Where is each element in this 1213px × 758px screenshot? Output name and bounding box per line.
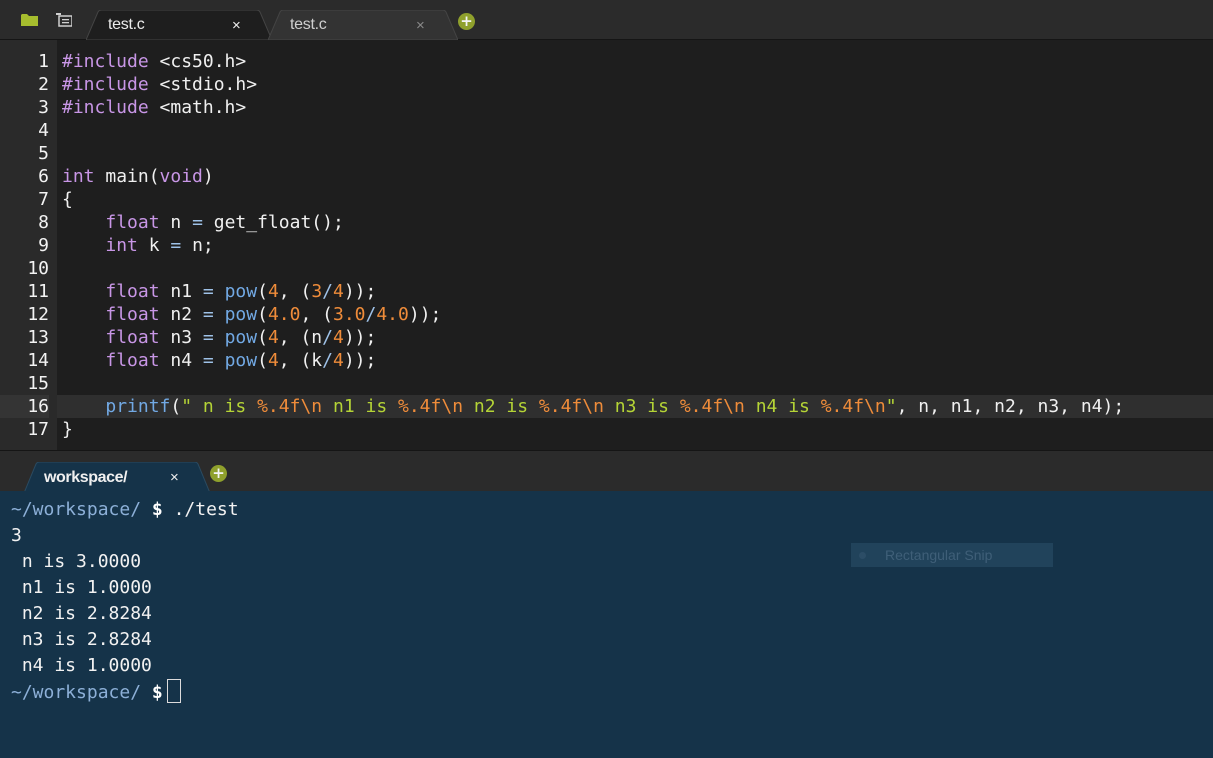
code-text: } [62,419,73,440]
code-line[interactable]: 15 [27,372,1213,395]
code-line[interactable]: 2 #include <stdio.h> [38,73,1213,96]
folder-icon[interactable] [21,13,38,27]
code-line[interactable]: 17} [27,418,1213,441]
code-text: float n4 = pow(4, (k/4)); [105,350,377,371]
terminal-command: ./test [173,499,239,520]
tab-test-c-active[interactable]: test.c × [86,10,272,40]
code-text: #include <math.h> [62,97,247,118]
snip-dot-icon [859,552,866,559]
code-line[interactable]: 13 float n3 = pow(4, (n/4)); [27,326,1213,349]
rectangular-snip-overlay[interactable]: Rectangular Snip [851,543,1053,567]
line-number: 1 [38,51,49,72]
line-number: 8 [38,212,49,233]
code-text: #include <stdio.h> [62,74,258,95]
code-text: float n1 = pow(4, (3/4)); [105,281,377,302]
snip-label: Rectangular Snip [885,547,993,563]
line-number: 13 [27,327,49,348]
terminal-cursor [166,679,181,703]
code-line[interactable]: 6 int main(void) [38,165,1213,188]
line-number: 2 [38,74,49,95]
terminal-output-line: n2 is 2.8284 [11,603,152,624]
close-tab-icon[interactable]: × [232,10,241,42]
terminal-output-line: n3 is 2.8284 [11,629,152,650]
line-number: 11 [27,281,49,302]
code-text: int k = n; [105,235,214,256]
editor-tab-bar: test.c × test.c × + [0,0,1213,40]
line-number: 17 [27,419,49,440]
code-text: #include <cs50.h> [62,51,247,72]
terminal-output-line: n1 is 1.0000 [11,577,152,598]
line-number: 6 [38,166,49,187]
tab-label: test.c [290,16,327,33]
new-tab-plus-icon[interactable]: + [458,13,475,30]
code-line[interactable]: 1 #include <cs50.h> [38,50,1213,73]
code-line[interactable]: 5 [38,142,1213,165]
code-line[interactable]: 14 float n4 = pow(4, (k/4)); [27,349,1213,372]
terminal[interactable]: ~/workspace/ $ ./test 3 n is 3.0000 n1 i… [0,491,1213,758]
line-number: 3 [38,97,49,118]
prompt-symbol: $ [151,682,163,703]
code-line[interactable]: 8 float n = get_float(); [38,211,1213,234]
line-number: 16 [0,395,49,418]
terminal-prompt-line[interactable]: ~/workspace/ $ [0,679,1213,705]
line-number: 10 [27,258,49,279]
close-tab-icon[interactable]: × [416,10,425,42]
prompt-path: ~/workspace/ [11,499,142,520]
new-terminal-plus-icon[interactable]: + [210,465,227,482]
line-number: 12 [27,304,49,325]
code-text: float n3 = pow(4, (n/4)); [105,327,377,348]
tab-workspace-terminal[interactable]: workspace/ × [24,462,210,493]
terminal-command-line: ~/workspace/ $ ./test [0,497,1213,523]
code-line[interactable]: 9 int k = n; [38,234,1213,257]
code-line[interactable]: 4 [38,119,1213,142]
code-line[interactable]: 7{ [38,188,1213,211]
line-number: 4 [38,120,49,141]
prompt-path: ~/workspace/ [11,682,142,703]
code-text: float n = get_float(); [105,212,344,233]
code-text: { [62,189,73,210]
code-editor[interactable]: 1 #include <cs50.h> 2 #include <stdio.h> 3 #i… [0,40,1213,450]
tab-label: test.c [108,16,145,33]
code-line[interactable]: 16 printf(" n is %.4f\n n1 is %.4f\n n2 … [0,395,1213,418]
tab-test-c[interactable]: test.c × [268,10,458,40]
code-text: int main(void) [62,166,214,187]
outline-icon[interactable] [56,13,72,27]
terminal-tab-bar: workspace/ × + [0,450,1213,493]
line-number: 15 [27,373,49,394]
line-number: 14 [27,350,49,371]
line-number: 7 [38,189,49,210]
code-line[interactable]: 3 #include <math.h> [38,96,1213,119]
code-line[interactable]: 11 float n1 = pow(4, (3/4)); [27,280,1213,303]
code-text: printf(" n is %.4f\n n1 is %.4f\n n2 is … [105,396,1125,417]
code-area[interactable]: 1 #include <cs50.h> 2 #include <stdio.h> 3 #i… [0,50,1213,441]
close-tab-icon[interactable]: × [170,462,179,494]
code-line[interactable]: 12 float n2 = pow(4.0, (3.0/4.0)); [27,303,1213,326]
code-line[interactable]: 10 [27,257,1213,280]
terminal-output-line: n4 is 1.0000 [11,655,152,676]
prompt-symbol: $ [151,499,163,520]
code-text: float n2 = pow(4.0, (3.0/4.0)); [105,304,442,325]
tab-label: workspace/ [44,469,128,486]
line-number: 9 [38,235,49,256]
line-number: 5 [38,143,49,164]
